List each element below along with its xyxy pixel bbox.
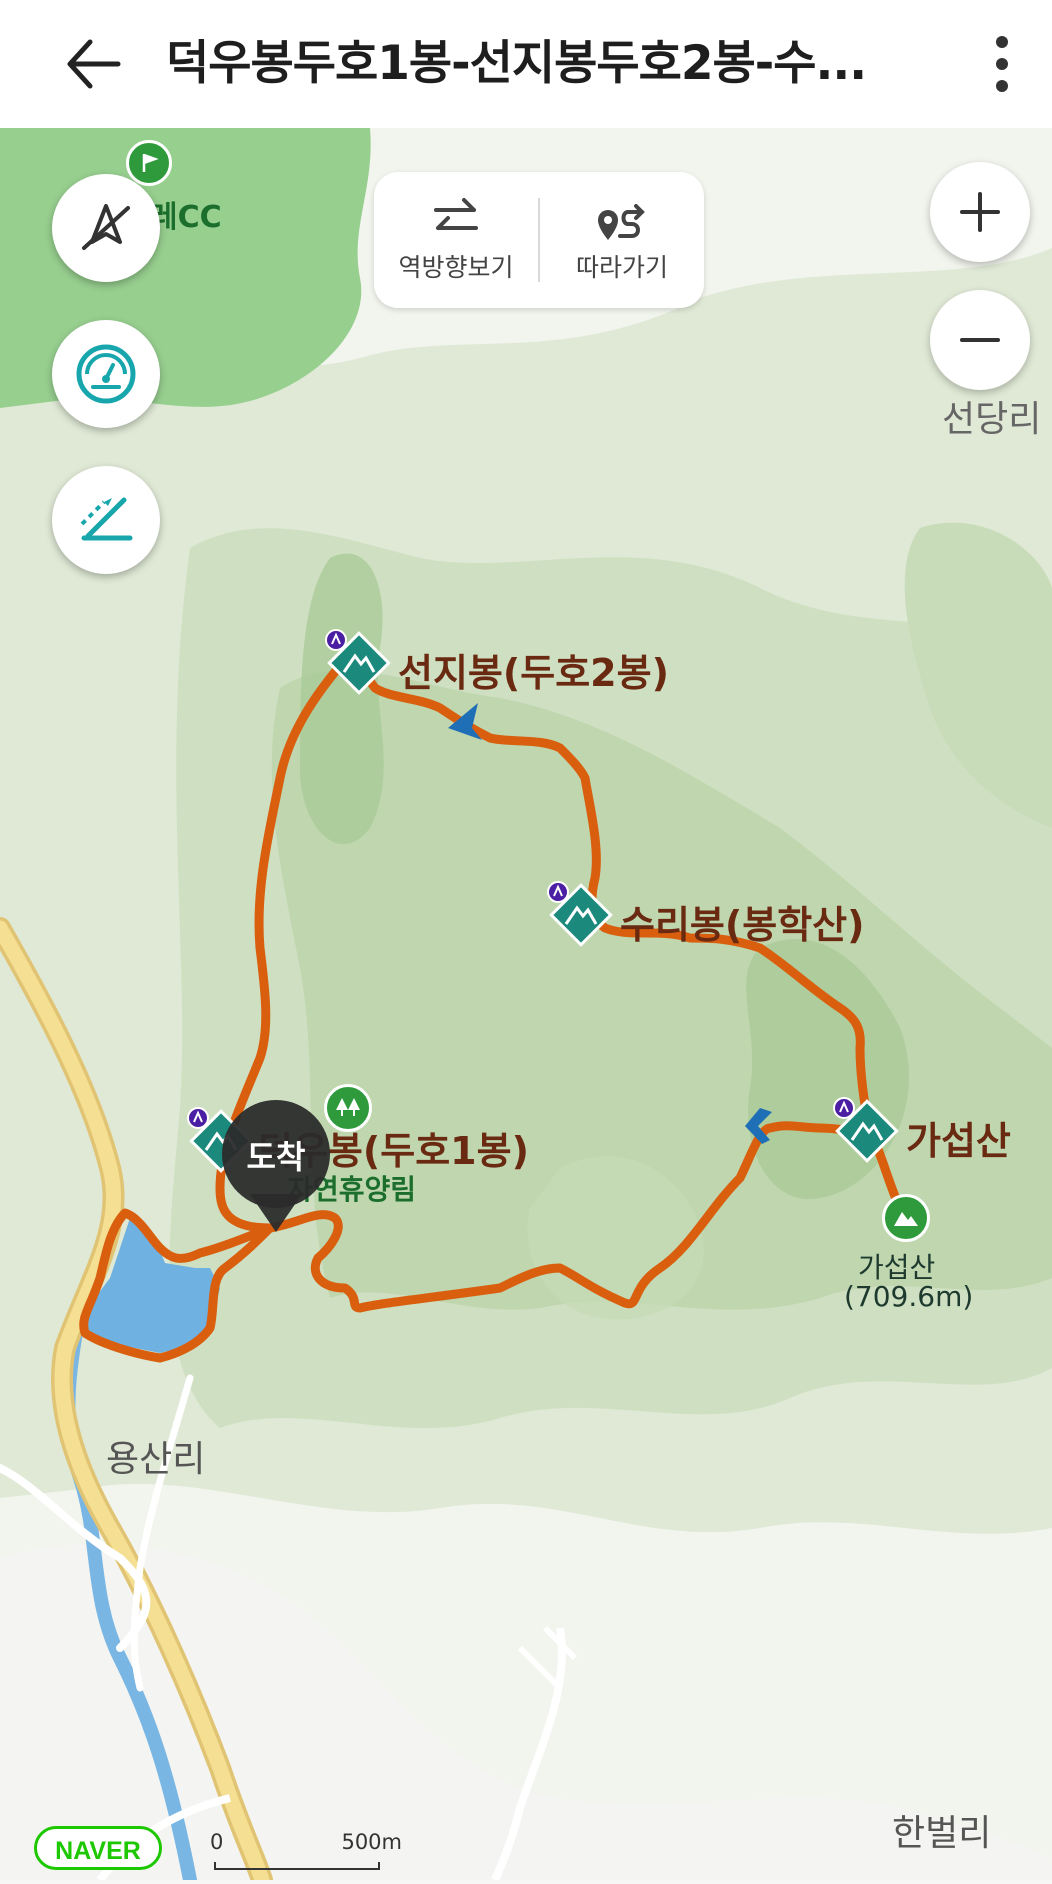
arrival-pin[interactable]: 도착 [220, 1098, 332, 1234]
map-view[interactable]: 레CC 선당리 용산리 한벌리 자연휴양림 가섭산 (709.6m) 선지봉(두… [0, 128, 1052, 1884]
speedometer-button[interactable] [52, 320, 160, 428]
place-label-hanbeol: 한벌리 [892, 1813, 992, 1854]
scale-zero-label: 0 [210, 1830, 224, 1854]
zoom-out-button[interactable] [930, 290, 1030, 390]
follow-route-button[interactable]: 따라가기 [540, 172, 704, 308]
scale-line [214, 1862, 380, 1870]
peak-diamond-icon [547, 881, 613, 947]
golf-flag-marker [126, 140, 172, 186]
route-follow-icon [598, 204, 645, 240]
place-label-golf: 레CC [150, 200, 222, 235]
minus-icon [960, 338, 1000, 342]
mountain-icon [894, 1212, 918, 1226]
plus-icon [960, 192, 1000, 232]
arrival-label: 도착 [246, 1138, 306, 1176]
peak-marker-suri[interactable] [546, 880, 616, 950]
naver-logo: NAVER [34, 1826, 162, 1870]
reverse-direction-button[interactable]: 역방향보기 [374, 172, 538, 308]
speedometer-icon [76, 344, 136, 404]
place-label-seondang: 선당리 [942, 399, 1042, 440]
route-actions-pill: 역방향보기 따라가기 [374, 172, 704, 308]
tree-icon [336, 1098, 360, 1116]
back-arrow-icon [67, 39, 121, 89]
more-vertical-icon [996, 36, 1008, 92]
compass-off-button[interactable] [52, 174, 160, 282]
peak-marker-seonji[interactable] [324, 628, 394, 698]
slope-angle-icon [80, 497, 133, 541]
swap-arrows-icon [434, 198, 478, 230]
route-title: 덕우봉두호1봉-선지봉두호2봉-수... [166, 36, 867, 91]
summit-marker [882, 1194, 930, 1242]
peak-label-seonji: 선지봉(두호2봉) [398, 651, 669, 695]
scale-distance-label: 500m [341, 1830, 402, 1854]
place-label-yongsan: 용산리 [106, 1439, 206, 1480]
peak-label-suri: 수리봉(봉학산) [620, 903, 865, 947]
peak-diamond-icon [325, 629, 391, 695]
golf-flag-icon [142, 153, 159, 172]
more-options-button[interactable] [978, 30, 1026, 98]
follow-route-label: 따라가기 [575, 253, 668, 282]
peak-label-gaseop: 가섭산 [906, 1119, 1011, 1163]
peak-diamond-icon [833, 1097, 899, 1163]
reverse-direction-label: 역방향보기 [398, 253, 514, 282]
zoom-in-button[interactable] [930, 162, 1030, 262]
peak-marker-gaseop[interactable] [832, 1096, 902, 1166]
back-button[interactable] [60, 30, 128, 98]
summit-elevation-label: (709.6m) [844, 1280, 974, 1313]
map-scale-bar: 0 500m [210, 1830, 402, 1872]
compass-off-icon [82, 204, 130, 250]
elevation-button[interactable] [52, 466, 160, 574]
top-bar: 덕우봉두호1봉-선지봉두호2봉-수... [0, 0, 1052, 128]
